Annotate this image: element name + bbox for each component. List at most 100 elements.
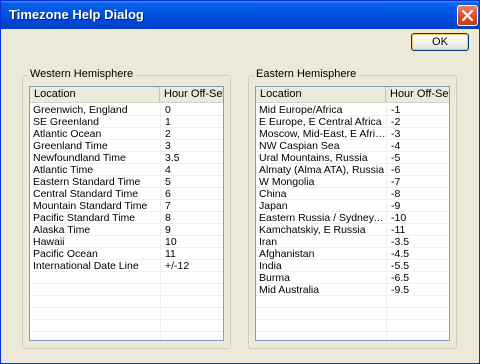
offset-cell: -2 <box>391 116 401 128</box>
location-cell: Kamchatskiy, E Russia <box>259 224 366 236</box>
offset-cell: 7 <box>165 200 171 212</box>
location-cell: Hawaii <box>33 236 65 248</box>
location-cell: Pacific Ocean <box>33 248 98 260</box>
offset-cell: -3.5 <box>391 236 410 248</box>
offset-cell: +/-12 <box>165 260 190 272</box>
location-cell: Moscow, Mid-East, E Africa <box>259 128 386 140</box>
location-cell: SE Greenland <box>33 116 99 128</box>
western-timezone-list[interactable]: Location Hour Off-Set Greenwich, England… <box>29 86 224 341</box>
location-cell: Central Standard Time <box>33 188 139 200</box>
window-title: Timezone Help Dialog <box>9 7 144 22</box>
table-row[interactable]: Pacific Standard Time 8 <box>30 212 223 224</box>
location-cell: Greenwich, England <box>33 104 128 116</box>
eastern-rows: Mid Europe/Africa -1 E Europe, E Central A… <box>256 104 449 296</box>
table-row[interactable]: Moscow, Mid-East, E Africa -3 <box>256 128 449 140</box>
location-cell: Almaty (Alma ATA), Russia <box>259 164 385 176</box>
offset-cell: -1 <box>391 104 401 116</box>
location-cell: Mid Europe/Africa <box>259 104 343 116</box>
location-cell: Atlantic Time <box>33 164 94 176</box>
table-row[interactable]: Almaty (Alma ATA), Russia -6 <box>256 164 449 176</box>
table-row[interactable]: Japan -9 <box>256 200 449 212</box>
location-cell: Eastern Russia / Sydney, Austr... <box>259 212 386 224</box>
location-cell: W Mongolia <box>259 176 315 188</box>
table-row[interactable]: Eastern Russia / Sydney, Austr... -10 <box>256 212 449 224</box>
location-cell: Newfoundland Time <box>33 152 126 164</box>
offset-cell: -9 <box>391 200 401 212</box>
location-cell: Mid Australia <box>259 284 320 296</box>
table-row[interactable]: Central Standard Time 6 <box>30 188 223 200</box>
ok-button[interactable]: OK <box>411 33 469 51</box>
location-cell: Greenland Time <box>33 140 108 152</box>
offset-cell: 4 <box>165 164 171 176</box>
offset-cell: 6 <box>165 188 171 200</box>
table-row[interactable]: Atlantic Ocean 2 <box>30 128 223 140</box>
dialog-window: Timezone Help Dialog OK Western Hemisphe… <box>0 0 480 364</box>
table-row[interactable]: NW Caspian Sea -4 <box>256 140 449 152</box>
offset-cell: -5 <box>391 152 401 164</box>
location-cell: International Date Line <box>33 260 139 272</box>
offset-cell: 1 <box>165 116 171 128</box>
location-cell: China <box>259 188 287 200</box>
list-header: Location Hour Off-Set <box>30 87 223 103</box>
location-cell: Iran <box>259 236 278 248</box>
location-cell: Ural Mountains, Russia <box>259 152 368 164</box>
table-row[interactable]: Alaska Time 9 <box>30 224 223 236</box>
table-row[interactable]: Burma -6.5 <box>256 272 449 284</box>
table-row[interactable]: Ural Mountains, Russia -5 <box>256 152 449 164</box>
offset-cell: -9.5 <box>391 284 410 296</box>
list-header: Location Hour Off-Set <box>256 87 449 103</box>
offset-cell: 10 <box>165 236 177 248</box>
table-row[interactable]: Atlantic Time 4 <box>30 164 223 176</box>
table-row[interactable]: Hawaii 10 <box>30 236 223 248</box>
location-cell: Atlantic Ocean <box>33 128 102 140</box>
location-cell: India <box>259 260 282 272</box>
close-icon <box>461 9 474 22</box>
eastern-hemisphere-legend: Eastern Hemisphere <box>254 68 359 80</box>
table-row[interactable]: E Europe, E Central Africa -2 <box>256 116 449 128</box>
location-cell: Burma <box>259 272 290 284</box>
table-row[interactable]: Iran -3.5 <box>256 236 449 248</box>
table-row[interactable]: Greenland Time 3 <box>30 140 223 152</box>
close-button[interactable] <box>457 5 478 26</box>
offset-cell: 11 <box>165 248 176 260</box>
table-row[interactable]: Kamchatskiy, E Russia -11 <box>256 224 449 236</box>
offset-cell: -10 <box>391 212 407 224</box>
location-cell: Afghanistan <box>259 248 315 260</box>
western-hemisphere-legend: Western Hemisphere <box>28 68 136 80</box>
column-header-location[interactable]: Location <box>256 87 386 102</box>
offset-cell: 3 <box>165 140 171 152</box>
table-row[interactable]: W Mongolia -7 <box>256 176 449 188</box>
offset-cell: -8 <box>391 188 401 200</box>
offset-cell: -4.5 <box>391 248 410 260</box>
offset-cell: -3 <box>391 128 401 140</box>
location-cell: Alaska Time <box>33 224 91 236</box>
table-row[interactable]: Greenwich, England 0 <box>30 104 223 116</box>
table-row[interactable]: India -5.5 <box>256 260 449 272</box>
eastern-hemisphere-group: Eastern Hemisphere Location Hour Off-Set… <box>248 68 457 349</box>
offset-cell: -6 <box>391 164 401 176</box>
table-row[interactable]: SE Greenland 1 <box>30 116 223 128</box>
offset-cell: 8 <box>165 212 171 224</box>
column-header-location[interactable]: Location <box>30 87 160 102</box>
table-row[interactable]: Mid Australia -9.5 <box>256 284 449 296</box>
location-cell: Pacific Standard Time <box>33 212 136 224</box>
table-row[interactable]: Newfoundland Time 3.5 <box>30 152 223 164</box>
table-row[interactable]: Pacific Ocean 11 <box>30 248 223 260</box>
location-cell: NW Caspian Sea <box>259 140 340 152</box>
table-row[interactable]: International Date Line +/-12 <box>30 260 223 272</box>
table-row[interactable]: China -8 <box>256 188 449 200</box>
location-cell: Mountain Standard Time <box>33 200 148 212</box>
table-row[interactable]: Mountain Standard Time 7 <box>30 200 223 212</box>
offset-cell: -11 <box>391 224 406 236</box>
title-bar[interactable]: Timezone Help Dialog <box>1 1 479 29</box>
offset-cell: 9 <box>165 224 171 236</box>
table-row[interactable]: Afghanistan -4.5 <box>256 248 449 260</box>
table-row[interactable]: Eastern Standard Time 5 <box>30 176 223 188</box>
table-row[interactable]: Mid Europe/Africa -1 <box>256 104 449 116</box>
column-header-hour-offset[interactable]: Hour Off-Set <box>386 87 449 102</box>
offset-cell: -5.5 <box>391 260 410 272</box>
western-hemisphere-group: Western Hemisphere Location Hour Off-Set… <box>22 68 231 349</box>
eastern-timezone-list[interactable]: Location Hour Off-Set Mid Europe/Africa -… <box>255 86 450 341</box>
column-header-hour-offset[interactable]: Hour Off-Set <box>160 87 223 102</box>
offset-cell: -4 <box>391 140 401 152</box>
